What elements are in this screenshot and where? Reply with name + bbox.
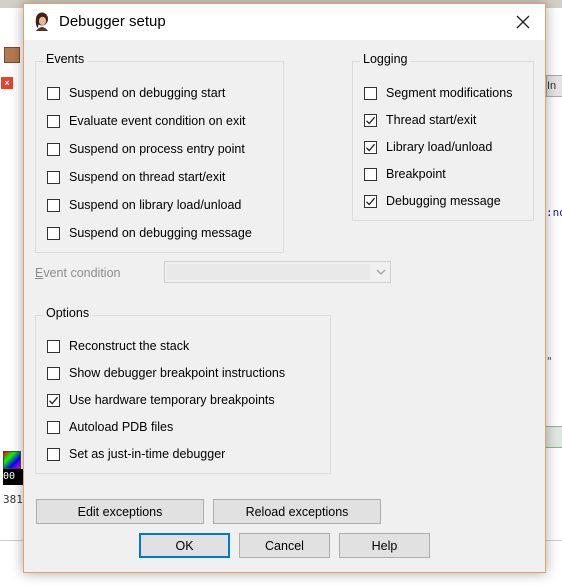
options-group: Options Reconstruct the stack Show debugg… [35, 306, 331, 474]
checkbox-label: Autoload PDB files [69, 420, 174, 434]
options-checkbox-use-hardware-temporary-breakpoints[interactable]: Use hardware temporary breakpoints [47, 391, 275, 409]
checkbox-label: Library load/unload [386, 140, 493, 154]
checkbox-label: Set as just-in-time debugger [69, 447, 226, 461]
logging-checkbox-debugging-message[interactable]: Debugging message [364, 192, 501, 210]
background-toolbar-icon [4, 47, 20, 63]
checkbox-box[interactable] [364, 194, 377, 208]
dialog-titlebar[interactable]: Debugger setup [24, 4, 545, 40]
event-condition-combobox[interactable] [164, 261, 391, 283]
checkmark-icon [366, 197, 376, 205]
ok-button[interactable]: OK [139, 533, 230, 558]
checkbox-box[interactable] [47, 114, 60, 128]
options-checkbox-reconstruct-the-stack[interactable]: Reconstruct the stack [47, 337, 189, 355]
close-button[interactable] [500, 4, 545, 40]
checkbox-label: Suspend on process entry point [69, 142, 245, 156]
checkbox-label: Thread start/exit [386, 113, 477, 127]
background-hex-cell: 00 [3, 469, 23, 485]
checkbox-label: Use hardware temporary breakpoints [69, 393, 275, 407]
options-checkbox-autoload-pdb-files[interactable]: Autoload PDB files [47, 418, 173, 436]
events-checkbox-suspend-on-library-load-unload[interactable]: Suspend on library load/unload [47, 196, 241, 214]
checkbox-label: Reconstruct the stack [69, 339, 190, 353]
chevron-down-icon [376, 269, 386, 275]
background-highlight-bar [546, 426, 562, 448]
event-condition-field[interactable] [167, 264, 370, 280]
logging-checkbox-thread-start-exit[interactable]: Thread start/exit [364, 111, 476, 129]
events-checkbox-suspend-on-thread-start-exit[interactable]: Suspend on thread start/exit [47, 168, 225, 186]
background-right-tab[interactable]: In [546, 75, 562, 97]
logging-checkbox-segment-modifications[interactable]: Segment modifications [364, 84, 512, 102]
cancel-button[interactable]: Cancel [239, 533, 330, 558]
checkbox-box[interactable] [47, 420, 60, 434]
checkbox-box[interactable] [47, 393, 60, 407]
events-checkbox-suspend-on-debugging-message[interactable]: Suspend on debugging message [47, 224, 252, 242]
background-code-text-2: " [546, 355, 553, 368]
event-condition-label: Event condition [35, 266, 121, 280]
logging-checkbox-library-load-unload[interactable]: Library load/unload [364, 138, 492, 156]
checkbox-box[interactable] [47, 366, 60, 380]
debugger-setup-dialog: Debugger setup Events Suspend on debuggi… [23, 3, 546, 573]
checkbox-box[interactable] [47, 198, 60, 212]
logging-group: Logging Segment modifications Thread star… [352, 52, 534, 221]
checkbox-box[interactable] [47, 142, 60, 156]
background-code-text: :no [546, 206, 562, 219]
checkbox-box[interactable] [364, 86, 377, 100]
events-checkbox-suspend-on-debugging-start[interactable]: Suspend on debugging start [47, 84, 225, 102]
background-close-icon: × [1, 77, 13, 89]
checkbox-box[interactable] [47, 447, 60, 461]
checkbox-box[interactable] [364, 140, 377, 154]
checkbox-label: Suspend on debugging message [69, 226, 252, 240]
checkbox-label: Suspend on debugging start [69, 86, 226, 100]
reload-exceptions-button[interactable]: Reload exceptions [213, 499, 381, 524]
app-logo-icon [33, 12, 51, 32]
options-group-title: Options [43, 306, 93, 320]
checkmark-icon [366, 143, 376, 151]
checkbox-box[interactable] [364, 113, 377, 127]
events-checkbox-suspend-on-process-entry-point[interactable]: Suspend on process entry point [47, 140, 245, 158]
checkbox-label: Debugging message [386, 194, 501, 208]
options-checkbox-set-as-just-in-time-debugger[interactable]: Set as just-in-time debugger [47, 445, 225, 463]
checkbox-box[interactable] [364, 167, 377, 181]
logging-group-title: Logging [360, 52, 411, 66]
event-condition-label-rest: vent condition [43, 266, 121, 280]
events-group: Events Suspend on debugging start Evaluat… [35, 52, 284, 253]
options-checkbox-show-debugger-breakpoint-instructions[interactable]: Show debugger breakpoint instructions [47, 364, 285, 382]
checkbox-box[interactable] [47, 170, 60, 184]
checkmark-icon [49, 396, 59, 404]
checkmark-icon [366, 116, 376, 124]
logging-checkbox-breakpoint[interactable]: Breakpoint [364, 165, 446, 183]
checkbox-label: Segment modifications [386, 86, 513, 100]
checkbox-label: Show debugger breakpoint instructions [69, 366, 286, 380]
background-right-panel [545, 66, 562, 536]
checkbox-label: Suspend on library load/unload [69, 198, 242, 212]
edit-exceptions-button[interactable]: Edit exceptions [36, 499, 204, 524]
checkbox-label: Suspend on thread start/exit [69, 170, 226, 184]
help-button[interactable]: Help [339, 533, 430, 558]
close-icon [516, 15, 529, 29]
events-checkbox-evaluate-event-condition-on-exit[interactable]: Evaluate event condition on exit [47, 112, 246, 130]
checkbox-box[interactable] [47, 339, 60, 353]
events-group-title: Events [43, 52, 88, 66]
checkbox-box[interactable] [47, 86, 60, 100]
background-number-text: 381 [3, 493, 23, 506]
checkbox-label: Evaluate event condition on exit [69, 114, 246, 128]
checkbox-box[interactable] [47, 226, 60, 240]
checkbox-label: Breakpoint [386, 167, 446, 181]
dialog-title: Debugger setup [59, 13, 166, 30]
background-color-palette-icon [3, 451, 21, 469]
